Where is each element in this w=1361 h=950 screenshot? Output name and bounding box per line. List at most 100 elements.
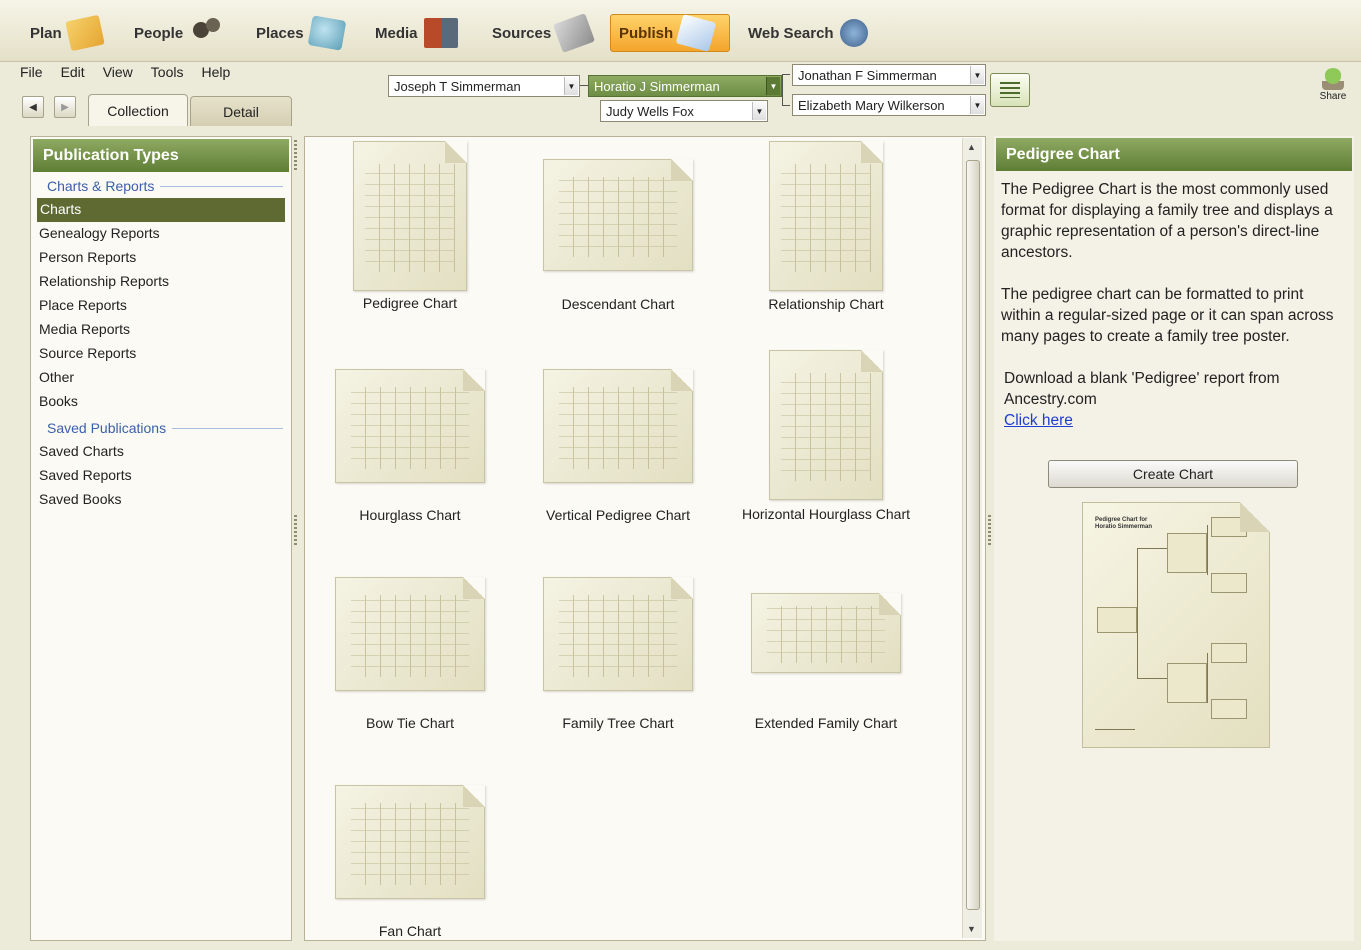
grandfather-name: Jonathan F Simmerman bbox=[798, 67, 937, 83]
splitter-handle[interactable] bbox=[294, 515, 297, 545]
menu-bar: File Edit View Tools Help bbox=[20, 64, 230, 80]
chart-item-descendant[interactable]: Descendant Chart bbox=[513, 159, 723, 312]
scroll-thumb[interactable] bbox=[966, 160, 980, 910]
pub-type-other[interactable]: Other bbox=[31, 366, 291, 390]
publish-icon bbox=[675, 14, 717, 52]
family-tree-chart-thumbnail[interactable] bbox=[543, 577, 693, 691]
pub-type-source-reports[interactable]: Source Reports bbox=[31, 342, 291, 366]
module-plan-tab[interactable]: Plan bbox=[22, 14, 110, 52]
chart-label: Family Tree Chart bbox=[562, 715, 674, 731]
connector-line bbox=[580, 85, 588, 86]
back-arrow-icon: ◀ bbox=[29, 101, 37, 113]
saved-charts[interactable]: Saved Charts bbox=[31, 440, 291, 464]
download-text: Download a blank 'Pedigree' report from … bbox=[1004, 370, 1280, 408]
places-icon bbox=[307, 15, 346, 51]
paternal-grandfather-selector[interactable]: Jonathan F Simmerman ▼ bbox=[792, 64, 986, 86]
pub-type-person-reports[interactable]: Person Reports bbox=[31, 246, 291, 270]
module-media-tab[interactable]: Media bbox=[367, 14, 466, 52]
scroll-down-icon[interactable]: ▼ bbox=[967, 924, 976, 934]
scroll-up-icon[interactable]: ▲ bbox=[967, 142, 976, 152]
saved-books[interactable]: Saved Books bbox=[31, 488, 291, 512]
pub-type-media-reports[interactable]: Media Reports bbox=[31, 318, 291, 342]
chart-item-fan[interactable]: Fan Chart bbox=[305, 785, 515, 939]
tab-collection[interactable]: Collection bbox=[88, 94, 188, 126]
chart-gallery: Pedigree Chart Descendant Chart Relation… bbox=[304, 136, 986, 941]
menu-file[interactable]: File bbox=[20, 64, 43, 80]
descendant-chart-thumbnail[interactable] bbox=[543, 159, 693, 271]
publication-types-panel: Publication Types Charts & Reports Chart… bbox=[30, 136, 292, 941]
media-icon bbox=[423, 18, 458, 48]
menu-tools[interactable]: Tools bbox=[151, 64, 184, 80]
chart-label: Bow Tie Chart bbox=[366, 715, 454, 731]
dropdown-arrow-icon[interactable]: ▼ bbox=[564, 77, 578, 95]
pub-type-books[interactable]: Books bbox=[31, 390, 291, 414]
click-here-link[interactable]: Click here bbox=[1004, 412, 1073, 429]
relationship-chart-thumbnail[interactable] bbox=[769, 141, 883, 291]
chart-item-bow-tie[interactable]: Bow Tie Chart bbox=[305, 577, 515, 731]
forward-button[interactable]: ▶ bbox=[54, 96, 76, 118]
dropdown-arrow-icon[interactable]: ▼ bbox=[970, 96, 984, 114]
chart-label: Vertical Pedigree Chart bbox=[546, 507, 690, 523]
vertical-pedigree-chart-thumbnail[interactable] bbox=[543, 369, 693, 483]
module-places-label: Places bbox=[256, 24, 304, 42]
mother-name: Judy Wells Fox bbox=[606, 103, 694, 119]
tab-detail[interactable]: Detail bbox=[190, 96, 292, 126]
create-chart-button[interactable]: Create Chart bbox=[1048, 460, 1298, 488]
dropdown-arrow-icon[interactable]: ▼ bbox=[970, 66, 984, 84]
dropdown-arrow-icon[interactable]: ▼ bbox=[752, 102, 766, 120]
chart-item-extended-family[interactable]: Extended Family Chart bbox=[721, 593, 931, 731]
menu-edit[interactable]: Edit bbox=[61, 64, 85, 80]
chart-label: Relationship Chart bbox=[768, 296, 884, 312]
module-publish-tab[interactable]: Publish bbox=[610, 14, 730, 52]
chart-label: Descendant Chart bbox=[561, 296, 675, 312]
pub-type-charts[interactable]: Charts bbox=[37, 198, 285, 222]
module-people-tab[interactable]: People bbox=[126, 14, 231, 52]
extended-family-chart-thumbnail[interactable] bbox=[751, 593, 901, 673]
pedigree-chart-thumbnail[interactable] bbox=[353, 141, 467, 291]
saved-reports[interactable]: Saved Reports bbox=[31, 464, 291, 488]
chart-item-family-tree[interactable]: Family Tree Chart bbox=[513, 577, 723, 731]
module-publish-label: Publish bbox=[619, 24, 674, 42]
dropdown-arrow-icon[interactable]: ▼ bbox=[766, 77, 780, 95]
share-icon bbox=[1322, 68, 1344, 90]
chart-item-relationship[interactable]: Relationship Chart bbox=[721, 141, 931, 312]
menu-view[interactable]: View bbox=[103, 64, 133, 80]
fan-chart-thumbnail[interactable] bbox=[335, 785, 485, 899]
horizontal-hourglass-chart-thumbnail[interactable] bbox=[769, 350, 883, 500]
detail-title: Pedigree Chart bbox=[996, 138, 1352, 171]
paternal-grandmother-selector[interactable]: Elizabeth Mary Wilkerson ▼ bbox=[792, 94, 986, 116]
create-chart-label: Create Chart bbox=[1132, 466, 1214, 482]
chart-item-horizontal-hourglass[interactable]: Horizontal Hourglass Chart bbox=[721, 350, 931, 522]
pedigree-preview-image: Pedigree Chart for Horatio Simmerman bbox=[1082, 502, 1270, 748]
chart-item-vertical-pedigree[interactable]: Vertical Pedigree Chart bbox=[513, 369, 723, 523]
gallery-scrollbar[interactable]: ▲ ▼ bbox=[962, 138, 982, 938]
module-places-tab[interactable]: Places bbox=[248, 14, 352, 52]
description-paragraph: The pedigree chart can be formatted to p… bbox=[1001, 286, 1334, 345]
bow-tie-chart-thumbnail[interactable] bbox=[335, 577, 485, 691]
family-view-button[interactable] bbox=[990, 73, 1030, 107]
pub-type-relationship-reports[interactable]: Relationship Reports bbox=[31, 270, 291, 294]
share-button[interactable]: Share bbox=[1315, 68, 1351, 102]
connector-line bbox=[782, 74, 790, 106]
module-web-search-tab[interactable]: Web Search bbox=[740, 14, 876, 52]
chart-label: Horizontal Hourglass Chart bbox=[741, 506, 911, 522]
chart-item-pedigree[interactable]: Pedigree Chart bbox=[305, 141, 515, 311]
module-media-label: Media bbox=[375, 24, 418, 42]
section-label: Saved Publications bbox=[47, 420, 167, 436]
mother-selector[interactable]: Judy Wells Fox ▼ bbox=[600, 100, 768, 122]
menu-help[interactable]: Help bbox=[201, 64, 230, 80]
father-selector[interactable]: Horatio J Simmerman ▼ bbox=[588, 75, 782, 97]
tab-collection-label: Collection bbox=[107, 102, 169, 119]
back-button[interactable]: ◀ bbox=[22, 96, 44, 118]
chart-item-hourglass[interactable]: Hourglass Chart bbox=[305, 369, 515, 523]
chart-label: Fan Chart bbox=[378, 923, 442, 939]
hourglass-chart-thumbnail[interactable] bbox=[335, 369, 485, 483]
pub-type-genealogy-reports[interactable]: Genealogy Reports bbox=[31, 222, 291, 246]
splitter-handle[interactable] bbox=[294, 140, 297, 170]
chart-label: Extended Family Chart bbox=[754, 715, 898, 731]
module-sources-tab[interactable]: Sources bbox=[484, 13, 599, 53]
detail-description: The Pedigree Chart is the most commonly … bbox=[994, 173, 1354, 431]
splitter-handle[interactable] bbox=[988, 515, 991, 545]
person-selector[interactable]: Joseph T Simmerman ▼ bbox=[388, 75, 580, 97]
pub-type-place-reports[interactable]: Place Reports bbox=[31, 294, 291, 318]
